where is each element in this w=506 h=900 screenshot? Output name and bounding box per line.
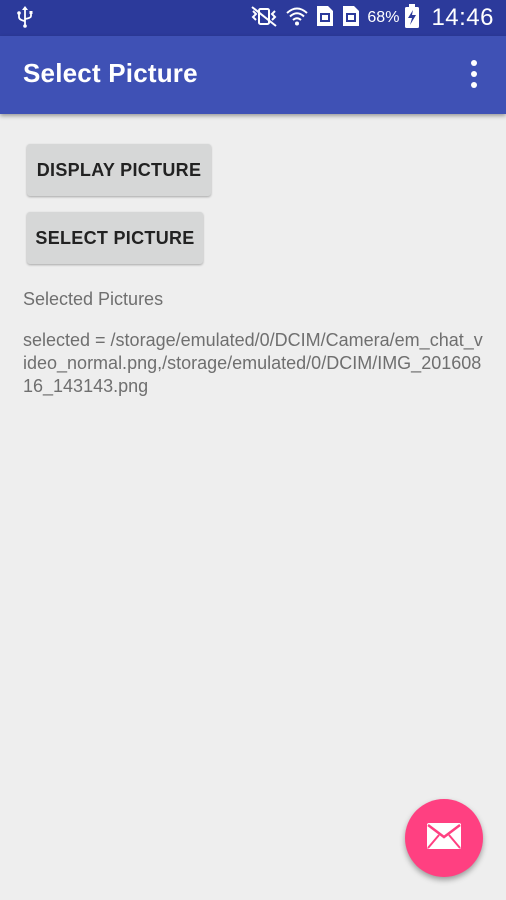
sim2-icon [341, 5, 361, 32]
page-title: Select Picture [23, 58, 198, 88]
sim1-icon [315, 5, 335, 32]
usb-icon [16, 6, 34, 33]
selected-paths-text: selected = /storage/emulated/0/DCIM/Came… [23, 330, 483, 396]
display-picture-button[interactable]: DISPLAY PICTURE [27, 144, 211, 196]
selected-pictures-label: Selected Pictures [23, 289, 164, 309]
email-fab-button[interactable] [405, 799, 483, 877]
status-time: 14:46 [431, 4, 494, 31]
more-vert-icon[interactable] [462, 58, 486, 92]
app-bar: Select Picture [0, 36, 506, 114]
status-bar: 68% 14:46 [0, 0, 506, 36]
vibrate-icon [249, 5, 279, 32]
battery-percent: 68% [367, 9, 400, 26]
battery-charging-icon [405, 3, 420, 33]
email-icon [426, 822, 462, 855]
wifi-icon [285, 5, 309, 32]
select-picture-button[interactable]: SELECT PICTURE [27, 212, 203, 264]
